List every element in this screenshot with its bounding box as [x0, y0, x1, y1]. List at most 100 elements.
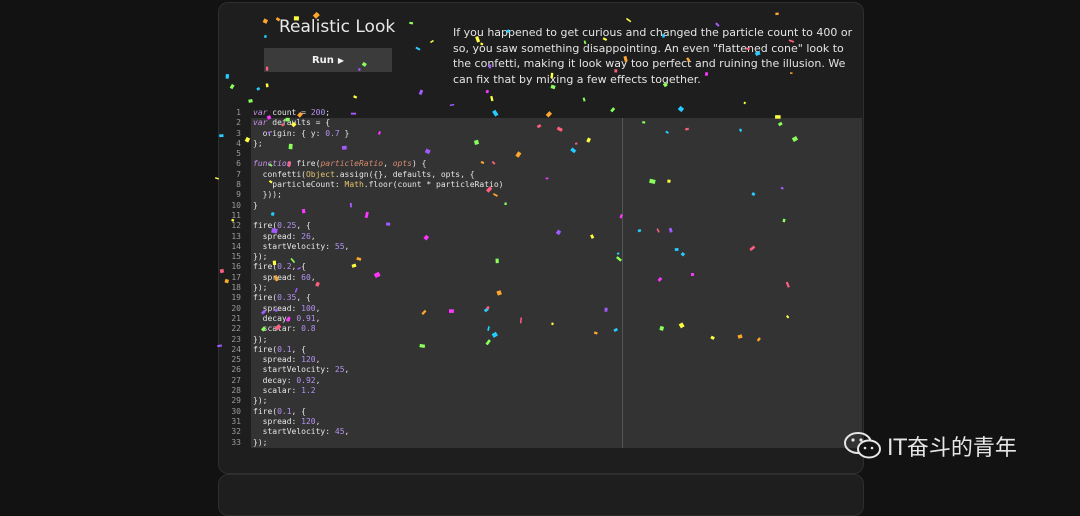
code-line: 20 spread: 100, — [219, 304, 862, 314]
code-line: 18}); — [219, 283, 862, 293]
next-demo-card — [218, 474, 864, 516]
code-line: 10} — [219, 201, 862, 211]
code-line: 33}); — [219, 438, 862, 448]
code-line: 22 scalar: 0.8 — [219, 324, 862, 334]
code-line: 7 confetti(Object.assign({}, defaults, o… — [219, 170, 862, 180]
code-text: fire(0.2, { — [253, 262, 306, 272]
code-text: origin: { y: 0.7 } — [253, 128, 350, 138]
code-line: 6 function fire(particleRatio, opts) { — [219, 159, 862, 169]
code-text: decay: 0.91, — [253, 313, 321, 323]
line-number: 33 — [231, 437, 241, 447]
watermark-text: IT奋斗的青年 — [887, 436, 1017, 461]
code-text: scalar: 1.2 — [253, 386, 316, 396]
code-line: 8 particleCount: Math.floor(count * part… — [219, 180, 862, 190]
demo-title: Realistic Look — [279, 17, 396, 37]
code-line: 28 scalar: 1.2 — [219, 386, 862, 396]
code-line: 25 spread: 120, — [219, 355, 862, 365]
line-number: 1 — [236, 108, 241, 117]
code-text: })); — [253, 190, 282, 200]
line-number: 24 — [231, 344, 241, 354]
code-text: spread: 60, — [253, 272, 316, 282]
line-number: 23 — [231, 334, 241, 344]
run-label: Run — [311, 54, 334, 66]
line-number: 5 — [236, 149, 241, 159]
code-line: 23}); — [219, 335, 862, 345]
line-number: 27 — [231, 375, 241, 385]
line-number: 6 — [236, 159, 241, 169]
code-line: 14 startVelocity: 55, — [219, 242, 862, 252]
line-number: 8 — [236, 180, 241, 190]
code-text: }); — [253, 283, 268, 293]
code-line: 30 fire(0.1, { — [219, 407, 862, 417]
wechat-icon — [844, 432, 881, 459]
line-number: 32 — [231, 427, 241, 437]
line-number: 18 — [231, 283, 241, 293]
line-number: 19 — [231, 293, 241, 303]
line-number: 20 — [231, 303, 241, 313]
code-text: particleCount: Math.floor(count * partic… — [253, 180, 504, 190]
code-line: 29}); — [219, 396, 862, 406]
line-number: 11 — [231, 210, 241, 220]
line-number: 13 — [231, 231, 241, 241]
code-text: var defaults = { — [253, 118, 331, 128]
code-line: 15}); — [219, 252, 862, 262]
code-text: decay: 0.92, — [253, 375, 321, 385]
code-text: }); — [253, 437, 268, 447]
line-number: 26 — [231, 365, 241, 375]
line-number: 15 — [231, 252, 241, 262]
code-text: }; — [253, 138, 263, 148]
code-line: 9 })); — [219, 190, 862, 200]
code-text: spread: 120, — [253, 416, 321, 426]
code-text: function fire(particleRatio, opts) { — [253, 159, 427, 169]
line-number: 25 — [231, 355, 241, 365]
code-line: 21 decay: 0.91, — [219, 314, 862, 324]
code-line: 3 origin: { y: 0.7 } — [219, 129, 862, 139]
code-line: 11 — [219, 211, 862, 221]
line-number: 14 — [231, 241, 241, 251]
code-line: 4}; — [219, 139, 862, 149]
code-text: }); — [253, 334, 268, 344]
code-text: fire(0.25, { — [253, 221, 311, 231]
code-line: 26 startVelocity: 25, — [219, 365, 862, 375]
line-number: 31 — [231, 416, 241, 426]
demo-description: If you happened to get curious and chang… — [453, 26, 853, 86]
code-line: 27 decay: 0.92, — [219, 376, 862, 386]
code-text: }); — [253, 396, 268, 406]
code-line: 32 startVelocity: 45, — [219, 427, 862, 437]
line-number: 3 — [236, 128, 241, 138]
code-text: fire(0.1, { — [253, 344, 306, 354]
line-number: 9 — [236, 190, 241, 200]
code-text: confetti(Object.assign({}, defaults, opt… — [253, 169, 475, 179]
code-line: 12 fire(0.25, { — [219, 221, 862, 231]
line-number: 21 — [231, 313, 241, 323]
code-text: fire(0.1, { — [253, 406, 306, 416]
line-number: 29 — [231, 396, 241, 406]
code-text: spread: 100, — [253, 303, 321, 313]
code-text: spread: 120, — [253, 355, 321, 365]
code-text: fire(0.35, { — [253, 293, 311, 303]
code-line: 2 var defaults = { — [219, 118, 862, 128]
line-number: 7 — [236, 169, 241, 179]
line-number: 16 — [231, 262, 241, 272]
code-line: 31 spread: 120, — [219, 417, 862, 427]
code-text: var count = 200; — [253, 108, 331, 117]
line-number: 2 — [236, 118, 241, 128]
line-number: 28 — [231, 386, 241, 396]
editor-divider — [622, 118, 623, 448]
code-text: spread: 26, — [253, 231, 316, 241]
code-editor[interactable]: 1 var count = 200; 2 var defaults = {3 orig… — [219, 108, 862, 448]
code-text: startVelocity: 25, — [253, 365, 350, 375]
code-text: } — [253, 200, 258, 210]
code-line: 13 spread: 26, — [219, 232, 862, 242]
code-text: scalar: 0.8 — [253, 324, 316, 334]
code-line: 17 spread: 60, — [219, 273, 862, 283]
code-text: startVelocity: 55, — [253, 241, 350, 251]
line-number: 12 — [231, 221, 241, 231]
code-text: startVelocity: 45, — [253, 427, 350, 437]
code-text: }); — [253, 252, 268, 262]
line-number: 10 — [231, 200, 241, 210]
play-icon: ▶ — [337, 55, 345, 65]
line-number: 4 — [236, 138, 241, 148]
line-number: 30 — [231, 406, 241, 416]
run-button[interactable]: Run ▶ — [264, 48, 392, 72]
